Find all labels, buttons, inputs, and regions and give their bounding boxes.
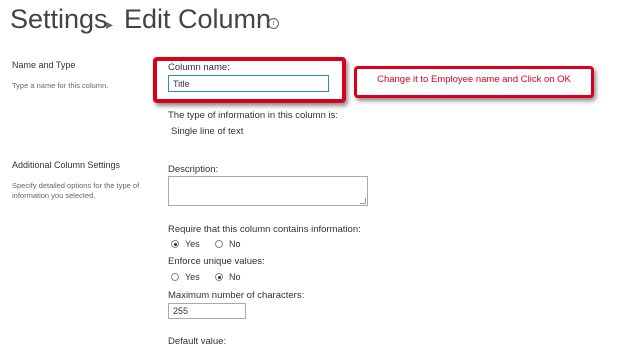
section-description-additional-settings: Specify detailed options for the type of…	[12, 181, 140, 200]
section-description-name-and-type: Type a name for this column.	[12, 81, 109, 90]
section-title-name-and-type: Name and Type	[12, 60, 76, 70]
required-yes-label[interactable]: Yes	[185, 239, 200, 249]
resize-grip-icon[interactable]	[360, 198, 366, 204]
section-title-additional-settings: Additional Column Settings	[12, 160, 121, 170]
column-name-input[interactable]	[168, 75, 329, 92]
unique-values-label: Enforce unique values:	[168, 256, 265, 267]
description-label: Description:	[168, 164, 219, 175]
page-title: Edit Column	[124, 4, 272, 34]
max-chars-label: Maximum number of characters:	[168, 290, 305, 301]
max-chars-input[interactable]	[168, 303, 246, 319]
required-no-radio[interactable]	[215, 240, 223, 248]
required-yes-radio[interactable]	[171, 240, 179, 248]
type-info-label: The type of information in this column i…	[168, 110, 339, 121]
column-name-label: Column name:	[168, 62, 230, 73]
breadcrumb-settings[interactable]: Settings	[10, 4, 108, 35]
unique-yes-radio[interactable]	[171, 273, 179, 281]
default-value-label: Default value:	[168, 336, 227, 347]
info-icon[interactable]: i	[268, 18, 279, 29]
unique-no-label[interactable]: No	[229, 272, 241, 282]
unique-no-radio[interactable]	[215, 273, 223, 281]
column-type-value: Single line of text	[171, 126, 244, 137]
required-no-label[interactable]: No	[229, 239, 241, 249]
unique-yes-label[interactable]: Yes	[185, 272, 200, 282]
breadcrumb-separator-icon: ▸	[106, 16, 114, 32]
description-textarea[interactable]	[168, 176, 368, 206]
instruction-callout: Change it to Employee name and Click on …	[354, 66, 594, 98]
required-label: Require that this column contains inform…	[168, 224, 361, 235]
